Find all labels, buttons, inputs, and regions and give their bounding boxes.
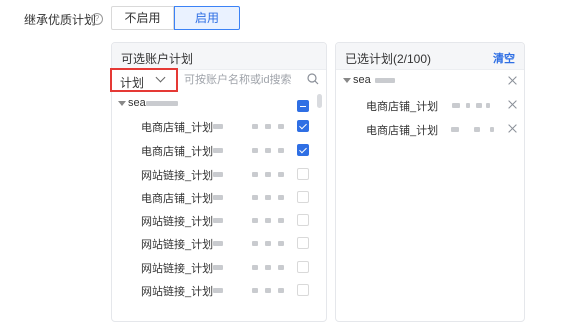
clear-all-button[interactable]: 清空	[493, 50, 515, 66]
redacted-account-name	[146, 101, 178, 106]
chevron-down-icon	[155, 72, 166, 83]
expand-caret-icon[interactable]	[118, 101, 126, 106]
plan-row-checkbox[interactable]	[297, 284, 309, 296]
redacted-plan-id	[141, 189, 311, 205]
available-plans-title: 可选账户计划	[121, 52, 194, 66]
tree-scrollbar[interactable]	[317, 94, 322, 108]
selected-plan-item: 电商店铺_计划	[366, 97, 506, 113]
plan-row-checkbox[interactable]	[297, 261, 309, 273]
plan-row-checkbox[interactable]	[297, 144, 309, 156]
plan-row[interactable]: 网站链接_计划	[141, 259, 311, 275]
redacted-plan-id	[366, 121, 506, 137]
remove-plan-icon[interactable]	[508, 124, 517, 133]
plan-row-checkbox[interactable]	[297, 168, 309, 180]
selected-plans-title: 已选计划(2/100)	[345, 52, 432, 66]
plan-row-checkbox[interactable]	[297, 120, 309, 132]
search-input[interactable]	[180, 70, 312, 90]
redacted-plan-id	[141, 235, 311, 251]
redacted-plan-id	[141, 212, 311, 228]
remove-plan-icon[interactable]	[508, 100, 517, 109]
redacted-account-name	[375, 78, 395, 83]
question-circle-icon[interactable]: ?	[91, 13, 103, 25]
redacted-plan-id	[141, 142, 311, 158]
redacted-plan-id	[141, 282, 311, 298]
selected-group-label: sea	[353, 74, 371, 86]
selected-plans-header: 已选计划(2/100) 清空	[336, 43, 524, 70]
plan-row-checkbox[interactable]	[297, 237, 309, 249]
plan-row[interactable]: 电商店铺_计划	[141, 189, 311, 205]
available-plans-header: 可选账户计划	[112, 43, 326, 70]
search-icon[interactable]	[307, 73, 319, 85]
account-group-label: sea	[128, 97, 146, 109]
redacted-plan-id	[141, 259, 311, 275]
plan-row-checkbox[interactable]	[297, 191, 309, 203]
option-disable-button[interactable]: 不启用	[111, 6, 174, 30]
redacted-plan-id	[366, 97, 506, 113]
plan-row[interactable]: 网站链接_计划	[141, 166, 311, 182]
plan-row[interactable]: 电商店铺_计划	[141, 118, 311, 134]
redacted-plan-id	[141, 118, 311, 134]
selected-plan-item: 电商店铺_计划	[366, 121, 506, 137]
inherit-premium-plan-label: 继承优质计划	[24, 13, 97, 27]
option-enable-button[interactable]: 启用	[174, 6, 240, 30]
plan-row[interactable]: 网站链接_计划	[141, 282, 311, 298]
search-type-select[interactable]: 计划	[110, 68, 178, 92]
expand-caret-icon[interactable]	[343, 78, 351, 83]
search-type-value: 计划	[120, 76, 145, 90]
plan-row[interactable]: 电商店铺_计划	[141, 142, 311, 158]
group-select-all-checkbox[interactable]	[297, 100, 309, 112]
plan-row[interactable]: 网站链接_计划	[141, 235, 311, 251]
remove-group-icon[interactable]	[508, 76, 517, 85]
plan-row-checkbox[interactable]	[297, 214, 309, 226]
redacted-plan-id	[141, 166, 311, 182]
plan-row[interactable]: 网站链接_计划	[141, 212, 311, 228]
